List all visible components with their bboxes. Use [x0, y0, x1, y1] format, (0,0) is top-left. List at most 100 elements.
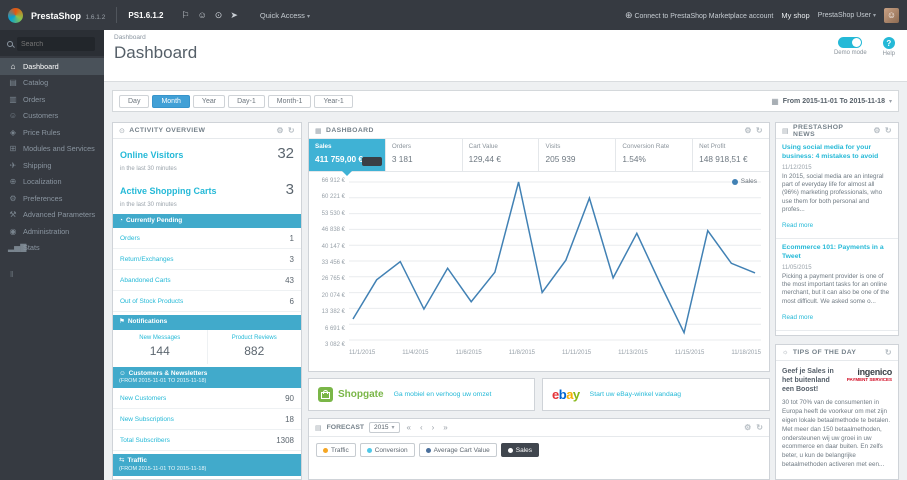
prev-page-button[interactable]: ‹ [418, 423, 425, 432]
active-carts-link[interactable]: Active Shopping Carts [120, 186, 217, 196]
grid-icon: ▦ [315, 127, 323, 135]
search-input[interactable] [17, 37, 95, 51]
demo-mode-toggle[interactable] [838, 37, 863, 48]
sidebar-item-administration[interactable]: ◉ Administration [0, 223, 104, 240]
ebay-promo: ebay Start uw eBay-winkel vandaag [542, 378, 770, 411]
sidebar-item-shipping[interactable]: ✈ Shipping [0, 157, 104, 174]
breadcrumb[interactable]: Dashboard [114, 34, 146, 41]
ebay-link[interactable]: Start uw eBay-winkel vandaag [590, 391, 681, 398]
gear-icon[interactable]: ⚙ [744, 126, 752, 135]
gear-icon[interactable]: ⚙ [873, 126, 881, 135]
sidebar-item-catalog[interactable]: ▤ Catalog [0, 75, 104, 92]
kpi-conversion-rate[interactable]: Conversion Rate 1.54% [616, 139, 694, 171]
out-of-stock-row: Out of Stock Products 6 [113, 291, 301, 313]
demo-mode-label: Demo mode [833, 50, 867, 56]
filter-day-button[interactable]: Day [119, 94, 150, 108]
user-menu[interactable]: PrestaShop User ▾ [818, 12, 876, 19]
shopgate-promo: Shopgate Ga mobiel en verhoog uw omzet [308, 378, 535, 411]
new-messages-cell[interactable]: New Messages 144 [113, 330, 207, 364]
last-page-button[interactable]: » [441, 423, 449, 432]
flag-icon: ⚑ [119, 318, 125, 326]
online-visitors-stat: Online Visitors in the last 30 minutes 3… [120, 145, 294, 172]
dashboard-panel: ▦ DASHBOARD ⚙ ↻ Sales 411 759,00 € Orders… [308, 122, 770, 372]
gear-icon[interactable]: ⚙ [744, 423, 751, 432]
tips-headline: Geef je Sales in het buitenland een Boos… [776, 361, 898, 399]
stats-icon: ▂▅▇ [8, 243, 27, 253]
abandoned-carts-row: Abandoned Carts 43 [113, 270, 301, 292]
y-tick-label: 46 838 € [321, 227, 345, 234]
modules-icon: ⊞ [9, 144, 17, 154]
sidebar-item-advanced-parameters[interactable]: ⚒ Advanced Parameters [0, 207, 104, 224]
x-tick-label: 11/13/2015 [618, 350, 648, 356]
shipping-icon: ✈ [9, 160, 17, 170]
gear-icon[interactable]: ⚙ [276, 126, 284, 135]
refresh-icon[interactable]: ↻ [756, 126, 763, 135]
forecast-option-average-cart-value[interactable]: Average Cart Value [418, 443, 497, 457]
find-more-news-link[interactable]: Find more news [776, 331, 898, 335]
kpi-orders[interactable]: Orders 3 181 [386, 139, 463, 171]
y-tick-label: 33 456 € [321, 259, 345, 266]
filter-day-1-button[interactable]: Day-1 [228, 94, 265, 108]
sidebar-item-modules[interactable]: ⊞ Modules and Services [0, 141, 104, 158]
next-page-button[interactable]: › [430, 423, 437, 432]
product-reviews-cell[interactable]: Product Reviews 882 [206, 329, 302, 364]
forecast-option-sales[interactable]: Sales [500, 443, 539, 457]
quick-access-menu[interactable]: Quick Access ▾ [260, 11, 310, 20]
read-more-link[interactable]: Read more [782, 314, 813, 321]
filter-year-1-button[interactable]: Year-1 [314, 94, 353, 108]
lifering-icon[interactable]: ⊙ [215, 10, 223, 20]
sidebar-item-price-rules[interactable]: ◈ Price Rules [0, 124, 104, 141]
refresh-icon[interactable]: ↻ [885, 348, 892, 357]
kpi-visits[interactable]: Visits 205 939 [539, 139, 617, 171]
x-tick-label: 11/6/2015 [455, 350, 482, 356]
kpi-sales[interactable]: Sales 411 759,00 € [309, 139, 386, 176]
sidebar-nav: ⌂ Dashboard ▤ Catalog ▥ Orders ☺ Customers ◈… [0, 58, 104, 256]
rocket-icon[interactable]: ➤ [230, 10, 238, 20]
topbar-divider [116, 7, 118, 23]
refresh-icon[interactable]: ↻ [756, 423, 763, 432]
sidebar-item-customers[interactable]: ☺ Customers [0, 108, 104, 125]
refresh-icon[interactable]: ↻ [288, 126, 295, 135]
shopgate-link[interactable]: Ga mobiel en verhoog uw omzet [394, 391, 492, 398]
y-tick-label: 6 691 € [324, 325, 345, 332]
online-visitors-link[interactable]: Online Visitors [120, 150, 183, 160]
advanced-parameters-icon: ⚒ [9, 210, 17, 220]
cart-icon[interactable]: ⚐ [182, 10, 190, 20]
date-range-picker[interactable]: ▦ From 2015-11-01 To 2015-11-18 ▾ [771, 97, 892, 106]
sidebar-item-localization[interactable]: ⊕ Localization [0, 174, 104, 191]
news-article-title[interactable]: Ecommerce 101: Payments in a Tweet [782, 244, 892, 262]
year-select[interactable]: 2015 ▾ [369, 422, 400, 433]
traffic-dot-icon [323, 447, 328, 453]
sidebar-collapse-toggle[interactable]: ‖ [0, 270, 104, 279]
forecast-option-traffic[interactable]: Traffic [316, 443, 356, 457]
forecast-option-conversion[interactable]: Conversion [359, 443, 415, 457]
sidebar-item-preferences[interactable]: ⚙ Preferences [0, 190, 104, 207]
kpi-cart-value[interactable]: Cart Value 129,44 € [463, 139, 540, 171]
help-icon[interactable]: ? [882, 37, 895, 49]
prestashop-logo[interactable] [8, 7, 23, 23]
refresh-icon[interactable]: ↻ [885, 126, 892, 135]
news-article-title[interactable]: Using social media for your business: 4 … [782, 144, 892, 162]
chart-legend[interactable]: Sales [731, 178, 757, 185]
profile-icon[interactable]: ☺ [198, 10, 207, 20]
shop-name[interactable]: PS1.6.1.2 [128, 11, 163, 20]
my-shop-link[interactable]: My shop [781, 11, 809, 20]
marketplace-link[interactable]: ⊕ Connect to PrestaShop Marketplace acco… [625, 10, 773, 20]
sidebar-item-orders[interactable]: ▥ Orders [0, 91, 104, 108]
user-avatar[interactable]: ☺ [884, 7, 899, 23]
read-more-link[interactable]: Read more [782, 222, 813, 229]
notifications-columns: New Messages 144 Product Reviews 882 [113, 329, 302, 364]
google-analytics-link[interactable]: Link to your Google Analytics account [113, 476, 301, 479]
online-visitors-value: 32 [277, 145, 294, 162]
news-article: Using social media for your business: 4 … [776, 139, 898, 240]
filter-year-button[interactable]: Year [192, 94, 226, 108]
kpi-net-profit[interactable]: Net Profit 148 918,51 € [693, 139, 769, 171]
filter-month-button[interactable]: Month [152, 94, 190, 108]
sidebar-item-stats[interactable]: ▂▅▇ Stats [0, 240, 104, 257]
filter-month-1-button[interactable]: Month-1 [267, 94, 312, 108]
topbar: PrestaShop 1.6.1.2 PS1.6.1.2 ⚐ ☺ ⊙ ➤ Qui… [0, 0, 907, 30]
activity-overview-panel: ⊙ ACTIVITY OVERVIEW ⚙ ↻ Online Visitors … [112, 122, 302, 480]
chart-icon: ▤ [315, 424, 322, 432]
sidebar-item-dashboard[interactable]: ⌂ Dashboard [0, 58, 104, 75]
first-page-button[interactable]: « [405, 423, 413, 432]
